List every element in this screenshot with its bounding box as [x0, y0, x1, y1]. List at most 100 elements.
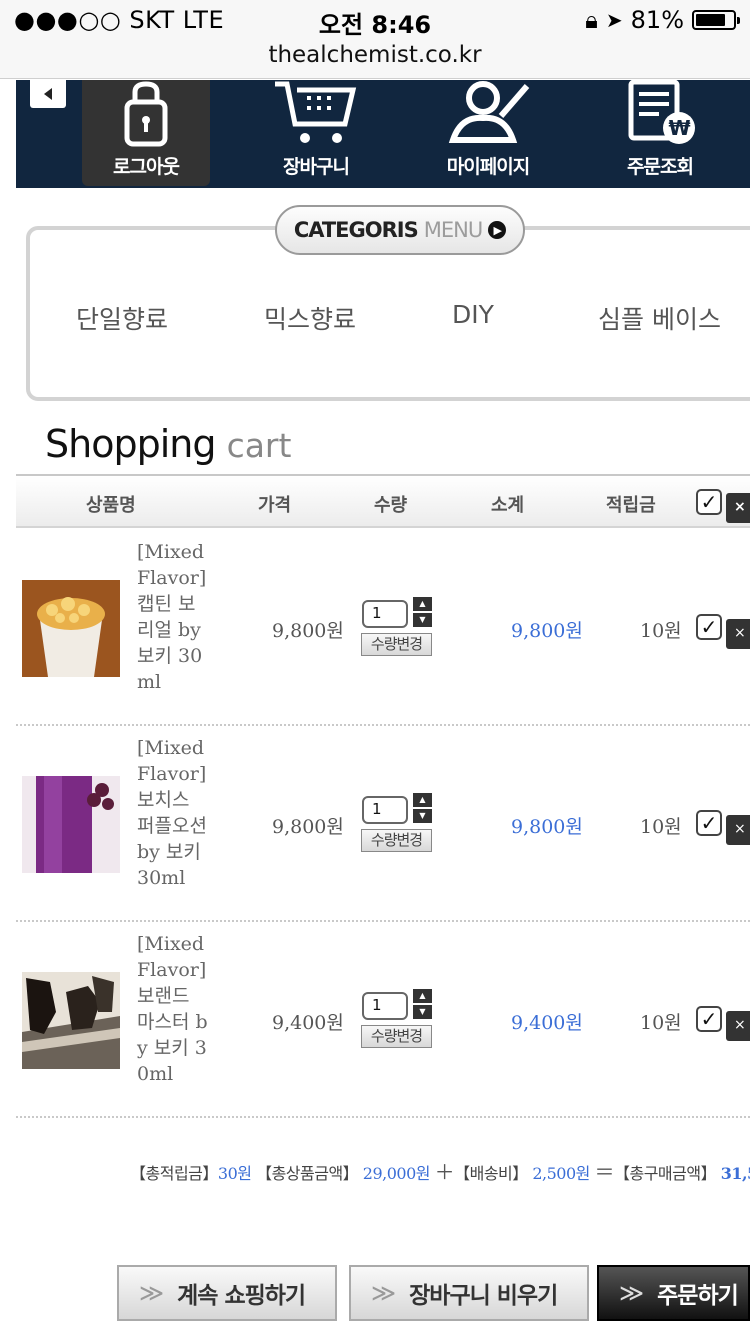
- battery-percent: 81%: [630, 6, 684, 34]
- quantity-change-button[interactable]: 수량변경: [361, 829, 432, 852]
- row-points: 10원: [640, 1012, 682, 1034]
- status-right: 🔒︎ ➤ 81%: [585, 6, 740, 34]
- row-subtotal: 9,800원: [511, 620, 583, 642]
- row-subtotal: 9,400원: [511, 1012, 583, 1034]
- back-arrow-icon: [44, 88, 52, 100]
- quantity-down-icon[interactable]: ▼: [413, 809, 432, 823]
- category-simple-base[interactable]: 심플 베이스: [598, 300, 721, 336]
- col-quantity: 수량: [374, 495, 408, 516]
- col-price: 가격: [258, 495, 292, 516]
- row-subtotal: 9,800원: [511, 816, 583, 838]
- status-bar: ●●●○○ SKT LTE 오전 8:46 🔒︎ ➤ 81%: [0, 0, 750, 40]
- cart-title: Shopping cart: [45, 422, 291, 466]
- shipping-label: 【배송비】: [454, 1164, 528, 1183]
- col-points: 적립금: [606, 495, 656, 516]
- nav-cart-label: 장바구니: [283, 156, 350, 178]
- rotation-lock-icon: 🔒︎: [585, 6, 598, 34]
- grand-total-value: 31,500원: [720, 1164, 750, 1183]
- col-product-name: 상품명: [86, 495, 136, 516]
- cart-row: [Mixed Flavor] 캡틴 보리얼 by 보키 30ml 9,800원 …: [16, 530, 750, 726]
- cereal-shake-photo: [22, 580, 120, 677]
- row-delete-button[interactable]: ×: [726, 1011, 750, 1041]
- url-bar[interactable]: thealchemist.co.kr: [0, 40, 750, 79]
- quantity-change-button[interactable]: 수량변경: [361, 1025, 432, 1048]
- row-checkbox[interactable]: ✓: [696, 614, 722, 640]
- category-diy[interactable]: DIY: [452, 300, 494, 329]
- row-checkbox[interactable]: ✓: [696, 810, 722, 836]
- total-products-label: 【총상품금액】: [256, 1164, 359, 1183]
- person-edit-icon: [448, 81, 530, 143]
- shipping-value: 2,500원: [532, 1164, 590, 1183]
- row-points: 10원: [640, 620, 682, 642]
- row-delete-button[interactable]: ×: [726, 619, 750, 649]
- cart-row: [Mixed Flavor] 보치스 퍼플오션 by 보키 30ml 9,800…: [16, 726, 750, 922]
- category-mixed-flavor[interactable]: 믹스향료: [264, 300, 356, 336]
- select-all-checkbox[interactable]: ✓: [696, 489, 722, 515]
- nav-mypage-label: 마이페이지: [446, 156, 530, 178]
- location-arrow-icon: ➤: [605, 8, 623, 32]
- cart-row: [Mixed Flavor] 보랜드 마스터 by 보키 30ml 9,400원…: [16, 922, 750, 1118]
- battery-fill: [696, 14, 726, 26]
- product-price: 9,800원: [272, 816, 344, 838]
- top-nav: 로그아웃 장바구니 마이페이지 ₩ 주문조회: [16, 80, 750, 188]
- order-receipt-icon: ₩: [628, 80, 695, 144]
- total-points-label: 【총적립금】: [130, 1164, 218, 1183]
- product-price: 9,400원: [272, 1012, 344, 1034]
- chevron-right-icon: ▶: [488, 221, 507, 239]
- order-button[interactable]: ≫ 주문하기: [597, 1265, 750, 1321]
- cart-table-header: 상품명 가격 수량 소계 적립금 ✓ ×: [16, 474, 750, 528]
- quantity-input[interactable]: 1: [362, 992, 408, 1020]
- product-name[interactable]: [Mixed Flavor] 보치스 퍼플오션 by 보키 30ml: [137, 735, 209, 891]
- quantity-down-icon[interactable]: ▼: [413, 613, 432, 627]
- nav-mypage[interactable]: 마이페이지: [424, 80, 552, 186]
- cart-title-main: Shopping: [45, 422, 216, 466]
- chess-pieces-photo: [22, 972, 120, 1069]
- quantity-up-icon[interactable]: ▲: [413, 597, 432, 611]
- nav-logout[interactable]: 로그아웃: [82, 80, 210, 186]
- continue-shopping-button[interactable]: ≫ 계속 쇼핑하기: [117, 1265, 337, 1321]
- nav-orders[interactable]: ₩ 주문조회: [596, 80, 724, 186]
- nav-orders-label: 주문조회: [627, 156, 694, 178]
- row-checkbox[interactable]: ✓: [696, 1006, 722, 1032]
- quantity-up-icon[interactable]: ▲: [413, 793, 432, 807]
- back-button[interactable]: [30, 80, 66, 108]
- category-pill-label: CATEGORIS: [293, 218, 419, 242]
- product-price: 9,800원: [272, 620, 344, 642]
- delete-selected-button[interactable]: ×: [726, 493, 750, 523]
- row-points: 10원: [640, 816, 682, 838]
- total-products-value: 29,000원: [362, 1164, 431, 1183]
- nav-cart[interactable]: 장바구니: [252, 80, 380, 186]
- cart-title-sub: cart: [226, 426, 292, 465]
- category-pill-menu: MENU: [423, 218, 483, 242]
- product-name[interactable]: [Mixed Flavor] 캡틴 보리얼 by 보키 30ml: [137, 539, 209, 695]
- quantity-up-icon[interactable]: ▲: [413, 989, 432, 1003]
- empty-cart-label: 장바구니 비우기: [409, 1283, 558, 1309]
- nav-logout-label: 로그아웃: [113, 156, 180, 178]
- category-menu-pill[interactable]: CATEGORIS MENU ▶: [275, 205, 525, 255]
- lock-icon: [124, 81, 168, 147]
- quantity-change-button[interactable]: 수량변경: [361, 633, 432, 656]
- svg-text:₩: ₩: [668, 116, 690, 140]
- cart-icon: [275, 81, 357, 143]
- double-chevron-icon: ≫: [371, 1279, 396, 1307]
- order-label: 주문하기: [657, 1283, 739, 1309]
- url-text: thealchemist.co.kr: [268, 42, 482, 68]
- empty-cart-button[interactable]: ≫ 장바구니 비우기: [349, 1265, 589, 1321]
- row-delete-button[interactable]: ×: [726, 815, 750, 845]
- quantity-input[interactable]: 1: [362, 600, 408, 628]
- col-subtotal: 소계: [491, 495, 525, 516]
- category-single-flavor[interactable]: 단일향료: [76, 300, 168, 336]
- double-chevron-icon: ≫: [139, 1279, 164, 1307]
- double-chevron-icon: ≫: [619, 1279, 644, 1307]
- purple-drink-photo: [22, 776, 120, 873]
- equals-sign: ＝: [594, 1160, 614, 1184]
- product-name[interactable]: [Mixed Flavor] 보랜드 마스터 by 보키 30ml: [137, 931, 209, 1087]
- battery-icon: [692, 10, 740, 30]
- total-points-value: 30원: [217, 1164, 252, 1183]
- continue-shopping-label: 계속 쇼핑하기: [177, 1283, 306, 1309]
- quantity-input[interactable]: 1: [362, 796, 408, 824]
- cart-totals: 【총적립금】30원 【총상품금액】 29,000원 ＋【배송비】 2,500원 …: [130, 1156, 750, 1185]
- quantity-down-icon[interactable]: ▼: [413, 1005, 432, 1019]
- grand-total-label: 【총구매금액】: [613, 1164, 717, 1183]
- plus-sign: ＋: [434, 1160, 455, 1184]
